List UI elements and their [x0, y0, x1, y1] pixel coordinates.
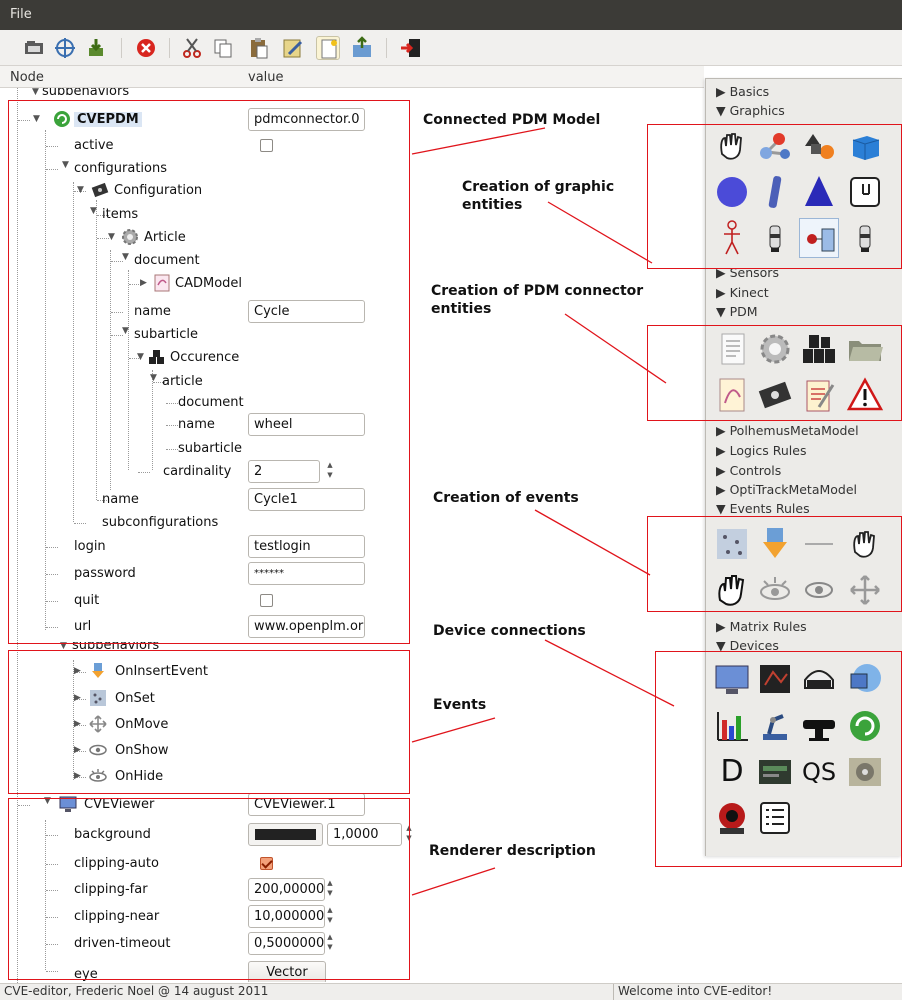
paste-icon[interactable]	[247, 36, 271, 60]
category-polhemus[interactable]: ▶ PolhemusMetaModel	[716, 423, 859, 438]
category-kinect[interactable]: ▶ Kinect	[716, 285, 769, 300]
toolbar-separator	[169, 38, 170, 58]
category-label: PDM	[729, 304, 758, 319]
annotation-events: Events	[433, 697, 487, 713]
devices-highlight	[655, 651, 902, 867]
graphics-highlight	[647, 124, 902, 269]
status-right-text: Welcome into CVE-editor!	[613, 984, 902, 1000]
annotation-device-connections: Device connections	[433, 623, 586, 639]
toolbar-separator	[386, 38, 387, 58]
export-icon[interactable]	[350, 36, 374, 60]
category-label: Matrix Rules	[729, 619, 807, 634]
status-left-text: CVE-editor, Frederic Noel @ 14 august 20…	[4, 984, 269, 998]
annotation-graphic-entities: Creation of graphic entities	[462, 178, 614, 214]
category-label: Basics	[729, 84, 770, 99]
tree-header: Node value	[0, 66, 704, 88]
pdm-model-highlight	[8, 100, 410, 644]
copy-icon[interactable]	[211, 36, 235, 60]
category-controls[interactable]: ▶ Controls	[716, 463, 781, 478]
category-label: Graphics	[729, 103, 785, 118]
stop-icon[interactable]	[134, 36, 158, 60]
network-icon[interactable]	[53, 36, 77, 60]
category-label: Kinect	[729, 285, 769, 300]
toolbar	[0, 30, 902, 66]
annotation-pdm-connector: Creation of PDM connector entities	[431, 282, 643, 318]
annotation-events-creation: Creation of events	[433, 490, 579, 506]
category-pdm[interactable]: ▼ PDM	[716, 304, 758, 319]
file-menu[interactable]: File	[10, 7, 32, 22]
pdm-connector-highlight	[647, 325, 902, 421]
status-bar: CVE-editor, Frederic Noel @ 14 august 20…	[0, 983, 902, 1000]
node-column-header[interactable]: Node	[10, 70, 44, 85]
menubar: File	[0, 0, 902, 30]
annotation-line: Creation of graphic	[462, 179, 615, 195]
annotation-line: entities	[462, 197, 523, 213]
value-column-header[interactable]: value	[248, 70, 284, 85]
category-events-rules[interactable]: ▼ Events Rules	[716, 501, 810, 516]
category-graphics[interactable]: ▼ Graphics	[716, 103, 785, 118]
category-label: Logics Rules	[729, 443, 807, 458]
new-icon[interactable]	[316, 36, 340, 60]
exit-icon[interactable]	[399, 36, 423, 60]
edit-icon[interactable]	[281, 36, 305, 60]
category-label: PolhemusMetaModel	[729, 423, 859, 438]
renderer-highlight	[8, 798, 410, 980]
node-label: subbehaviors	[42, 88, 130, 99]
annotation-renderer: Renderer description	[429, 843, 596, 859]
category-label: Controls	[729, 463, 782, 478]
category-matrix[interactable]: ▶ Matrix Rules	[716, 619, 807, 634]
category-basics[interactable]: ▶ Basics	[716, 84, 769, 99]
events-creation-highlight	[647, 516, 902, 612]
annotation-line: Creation of PDM connector	[431, 283, 644, 299]
cut-icon[interactable]	[180, 36, 204, 60]
toolbar-separator	[121, 38, 122, 58]
category-logics[interactable]: ▶ Logics Rules	[716, 443, 806, 458]
events-highlight	[8, 650, 410, 794]
save-icon[interactable]	[84, 36, 108, 60]
annotation-connected-pdm: Connected PDM Model	[423, 112, 601, 128]
annotation-line: entities	[431, 301, 492, 317]
category-label: OptiTrackMetaModel	[729, 482, 858, 497]
category-label: Events Rules	[729, 501, 810, 516]
open-icon[interactable]	[22, 36, 46, 60]
category-optitrack[interactable]: ▶ OptiTrackMetaModel	[716, 482, 857, 497]
